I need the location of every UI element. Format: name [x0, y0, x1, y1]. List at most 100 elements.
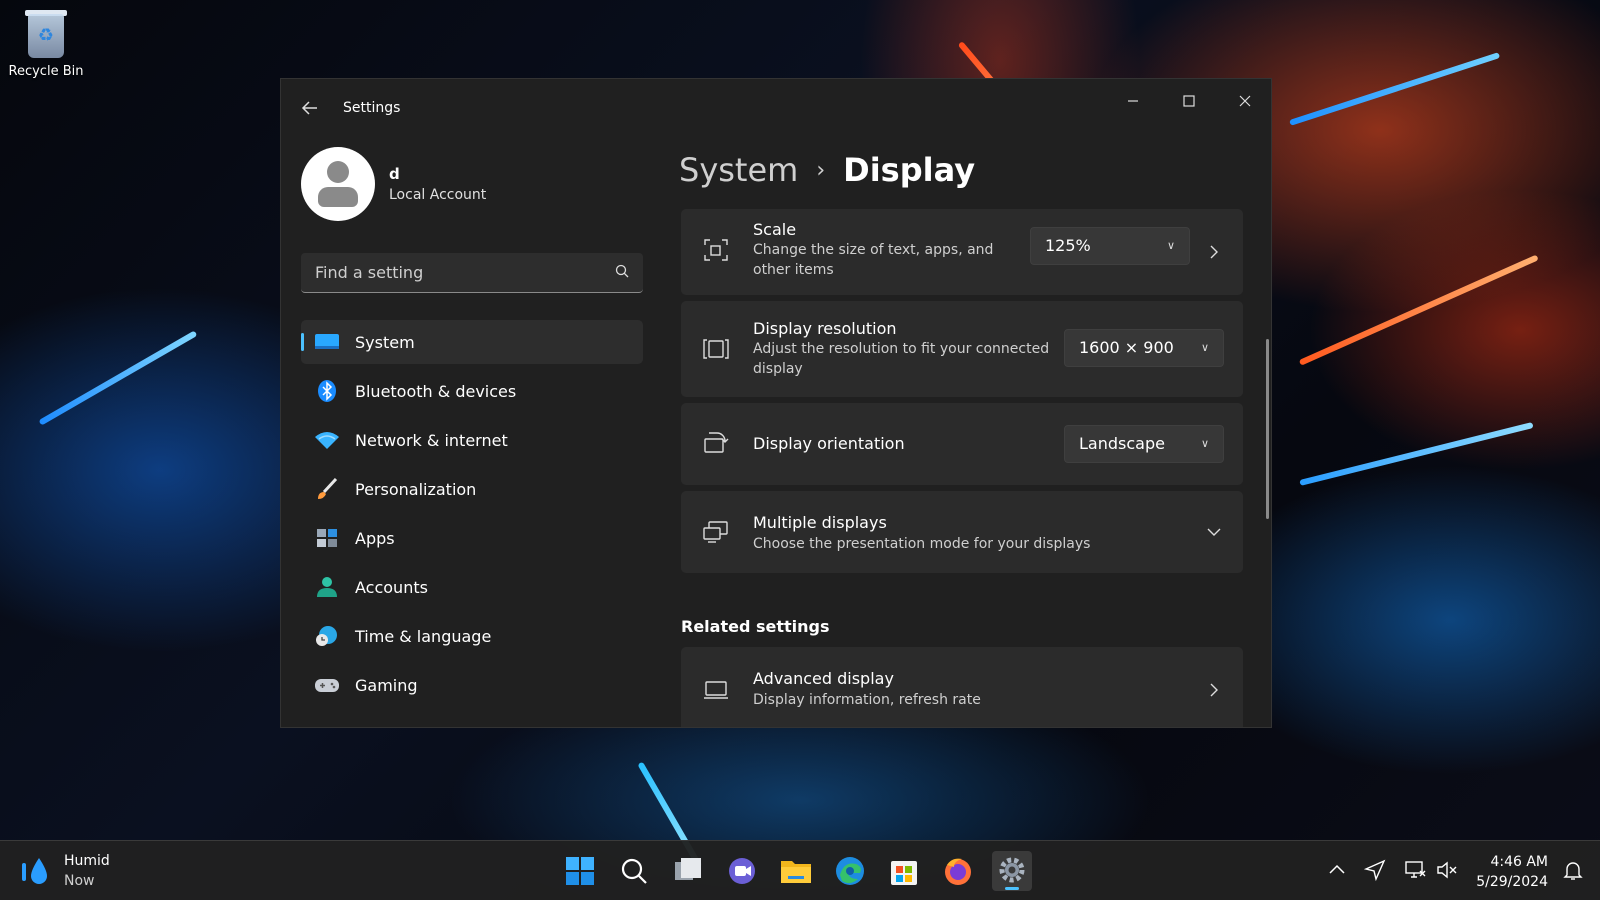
volume-muted-icon[interactable] [1436, 859, 1458, 881]
multiple-displays-description: Choose the presentation mode for your di… [753, 536, 1091, 552]
resolution-description: Adjust the resolution to fit your connec… [753, 341, 1050, 377]
search-box [301, 253, 643, 293]
bluetooth-icon [318, 380, 336, 402]
wallpaper-streak [1298, 254, 1539, 366]
multiple-displays-icon [703, 521, 728, 543]
start-button[interactable] [560, 851, 600, 891]
chevron-right-icon: › [816, 157, 826, 183]
related-settings-list: Advanced display Display information, re… [681, 647, 1243, 727]
notification-bell-icon[interactable] [1562, 859, 1584, 881]
scale-dropdown[interactable]: 125% ∨ [1030, 227, 1190, 265]
advanced-display-title: Advanced display [753, 669, 894, 688]
microsoft-store-button[interactable] [884, 851, 924, 891]
desktop-icon-recycle-bin[interactable]: ♻ Recycle Bin [6, 8, 86, 79]
network-icon[interactable] [1404, 859, 1426, 881]
advanced-display-card[interactable]: Advanced display Display information, re… [681, 647, 1243, 727]
active-app-indicator [1005, 887, 1019, 890]
sidebar-item-label: System [355, 332, 415, 352]
orientation-dropdown[interactable]: Landscape ∨ [1064, 425, 1224, 463]
profile-name: d [389, 165, 400, 183]
settings-content: Scale Change the size of text, apps, and… [681, 209, 1243, 579]
task-view-button[interactable] [668, 851, 708, 891]
settings-taskbar-button[interactable] [992, 851, 1032, 891]
search-icon[interactable] [615, 264, 629, 278]
close-icon [1239, 95, 1251, 107]
chevron-right-icon[interactable] [1207, 683, 1221, 697]
apps-icon [317, 529, 337, 547]
system-icon [315, 334, 339, 349]
sidebar-item-label: Personalization [355, 479, 477, 499]
window-title: Settings [343, 100, 401, 116]
edge-browser-button[interactable] [830, 851, 870, 891]
maximize-icon [1183, 95, 1195, 107]
taskbar: Humid Now 4:46 AM 5/29/2024 [0, 840, 1600, 900]
close-button[interactable] [1225, 87, 1265, 117]
sidebar-item-label: Network & internet [355, 430, 508, 450]
firefox-icon [945, 858, 971, 885]
file-explorer-button[interactable] [776, 851, 816, 891]
sidebar-item-personalization[interactable]: Personalization [301, 467, 643, 511]
chevron-right-icon[interactable] [1207, 245, 1221, 259]
wallpaper-streak [38, 330, 198, 426]
maximize-button[interactable] [1169, 87, 1209, 117]
search-taskbar-button[interactable] [614, 851, 654, 891]
sidebar-item-label: Time & language [355, 626, 492, 646]
wallpaper-streak [1299, 422, 1534, 486]
desktop-icon-label: Recycle Bin [8, 64, 84, 79]
clock-date: 5/29/2024 [1476, 874, 1548, 890]
weather-condition: Humid [64, 853, 110, 869]
sidebar-item-system[interactable]: System [301, 320, 643, 364]
resolution-setting-card: Display resolution Adjust the resolution… [681, 301, 1243, 397]
brush-icon [318, 478, 338, 499]
folder-icon [781, 861, 811, 883]
chevron-down-icon[interactable] [1207, 525, 1221, 539]
scale-setting-card[interactable]: Scale Change the size of text, apps, and… [681, 209, 1243, 295]
multiple-displays-card[interactable]: Multiple displays Choose the presentatio… [681, 491, 1243, 573]
page-title: Display [843, 151, 976, 189]
chat-icon [729, 858, 755, 884]
scrollbar[interactable] [1266, 339, 1269, 519]
location-icon[interactable] [1364, 859, 1386, 881]
monitor-icon [704, 681, 728, 699]
scale-description: Change the size of text, apps, and other… [753, 242, 994, 278]
sidebar-nav: System Bluetooth & devices Network & int… [301, 320, 643, 712]
minimize-button[interactable] [1113, 87, 1153, 117]
advanced-display-description: Display information, refresh rate [753, 692, 981, 708]
chat-button[interactable] [722, 851, 762, 891]
gear-icon [999, 857, 1025, 883]
gamepad-icon [315, 679, 339, 692]
recycle-bin-icon: ♻ [24, 8, 68, 60]
user-profile[interactable]: d Local Account [301, 147, 486, 221]
wifi-icon [315, 432, 339, 449]
settings-window: Settings d Local Account System Bluetoot… [280, 78, 1272, 728]
weather-time: Now [64, 873, 95, 889]
chevron-up-icon[interactable] [1326, 859, 1348, 881]
breadcrumb-parent[interactable]: System [679, 151, 798, 189]
resolution-title: Display resolution [753, 319, 897, 338]
title-bar[interactable]: Settings [281, 79, 1271, 139]
arrow-left-icon [301, 101, 317, 115]
resolution-icon [703, 339, 729, 359]
search-input[interactable] [301, 253, 601, 291]
profile-account-type: Local Account [389, 187, 487, 203]
chevron-down-icon: ∨ [1200, 437, 1209, 450]
orientation-icon [704, 432, 729, 453]
sidebar-item-time-language[interactable]: Time & language [301, 614, 643, 658]
sidebar-item-bluetooth[interactable]: Bluetooth & devices [301, 369, 643, 413]
sidebar-item-label: Gaming [355, 675, 418, 695]
back-button[interactable] [299, 97, 321, 119]
sidebar-item-apps[interactable]: Apps [301, 516, 643, 560]
sidebar-item-accounts[interactable]: Accounts [301, 565, 643, 609]
orientation-title: Display orientation [753, 434, 905, 453]
system-clock[interactable]: 4:46 AM 5/29/2024 [1476, 852, 1548, 892]
sidebar-item-label: Accounts [355, 577, 428, 597]
resolution-dropdown[interactable]: 1600 × 900 ∨ [1064, 329, 1224, 367]
orientation-dropdown-value: Landscape [1079, 434, 1165, 453]
sidebar-item-gaming[interactable]: Gaming [301, 663, 643, 707]
firefox-button[interactable] [938, 851, 978, 891]
breadcrumb: System › Display [679, 151, 975, 189]
chevron-down-icon: ∨ [1166, 239, 1175, 252]
sidebar-item-network[interactable]: Network & internet [301, 418, 643, 462]
edge-icon [836, 857, 864, 885]
multiple-displays-title: Multiple displays [753, 513, 887, 532]
